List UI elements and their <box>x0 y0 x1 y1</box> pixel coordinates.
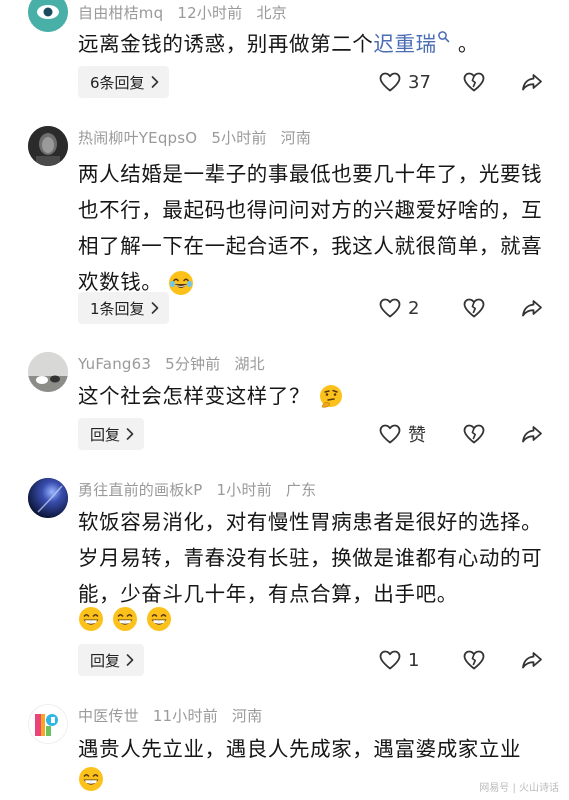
timestamp: 1小时前 <box>216 481 272 499</box>
heart-icon <box>378 422 402 446</box>
search-link[interactable]: 迟重瑞 <box>373 32 436 56</box>
comment-text: 远离金钱的诱惑，别再做第二个迟重瑞 。 <box>78 26 548 62</box>
like-button[interactable]: 赞 <box>378 421 426 447</box>
comment-text-body: 两人结婚是一辈子的事最低也要几十年了，光要钱也不行，最起码也得问问对方的兴趣爱好… <box>78 162 543 294</box>
comment-meta: 自由柑桔mq 12小时前 北京 <box>78 2 301 23</box>
heart-icon <box>378 296 402 320</box>
dislike-button[interactable] <box>462 296 486 320</box>
location: 北京 <box>256 4 287 22</box>
avatar[interactable] <box>28 352 68 392</box>
heart-icon <box>378 648 402 672</box>
timestamp: 5小时前 <box>211 129 267 147</box>
broken-heart-icon <box>462 422 486 446</box>
search-icon[interactable] <box>437 30 451 44</box>
comment-meta: 中医传世 11小时前 河南 <box>78 705 276 726</box>
comment-text-after-link: 。 <box>450 32 479 56</box>
comment-text-body: 这个社会怎样变这样了？ <box>78 384 311 408</box>
replies-button[interactable]: 1条回复 <box>78 292 169 324</box>
share-button[interactable] <box>520 70 544 94</box>
like-count: 1 <box>408 649 420 671</box>
chevron-right-icon <box>126 428 134 440</box>
like-count: 37 <box>408 71 431 93</box>
share-button[interactable] <box>520 648 544 672</box>
comment-actions: 37 <box>378 66 548 98</box>
chevron-right-icon <box>126 654 134 666</box>
share-arrow-icon <box>520 422 544 446</box>
chevron-right-icon <box>151 302 159 314</box>
comment-text: 遇贵人先立业，遇良人先成家，遇富婆成家立业 <box>78 731 548 767</box>
comment-text-body: 软饭容易消化，对有慢性胃病患者是很好的选择。岁月易转，青春没有长驻，换做是谁都有… <box>78 510 543 606</box>
comment-meta: 勇往直前的画板kP 1小时前 广东 <box>78 479 330 500</box>
share-arrow-icon <box>520 648 544 672</box>
like-label: 赞 <box>408 425 426 446</box>
share-arrow-icon <box>520 296 544 320</box>
timestamp: 5分钟前 <box>165 355 221 373</box>
broken-heart-icon <box>462 296 486 320</box>
reply-label: 回复 <box>90 651 121 670</box>
comment-actions: 2 <box>378 292 548 324</box>
comment-meta: 热闹柳叶YEqpsO 5小时前 河南 <box>78 127 325 148</box>
reply-label: 回复 <box>90 425 121 444</box>
broken-heart-icon <box>462 70 486 94</box>
grin-emoji <box>78 606 104 632</box>
grin-emoji <box>112 606 138 632</box>
replies-label: 1条回复 <box>90 299 145 318</box>
avatar[interactable] <box>28 704 68 744</box>
reply-button[interactable]: 回复 <box>78 644 145 676</box>
timestamp: 12小时前 <box>177 4 243 22</box>
location: 河南 <box>231 707 263 725</box>
reply-button[interactable]: 回复 <box>78 418 145 450</box>
username[interactable]: 中医传世 <box>78 707 139 725</box>
grin-emoji <box>146 606 172 632</box>
comment-text: 这个社会怎样变这样了？ <box>78 378 548 414</box>
dislike-button[interactable] <box>462 70 486 94</box>
like-button[interactable]: 2 <box>378 296 419 320</box>
username[interactable]: 热闹柳叶YEqpsO <box>78 129 197 147</box>
watermark: 网易号 | 火山诗话 <box>479 783 559 794</box>
comment-text: 两人结婚是一辈子的事最低也要几十年了，光要钱也不行，最起码也得问问对方的兴趣爱好… <box>78 156 548 300</box>
emoji-row <box>78 606 176 632</box>
comment-actions: 赞 <box>378 418 548 450</box>
replies-button[interactable]: 6条回复 <box>78 66 169 98</box>
location: 河南 <box>280 129 312 147</box>
timestamp: 11小时前 <box>152 707 218 725</box>
avatar[interactable] <box>28 126 68 166</box>
thinking-emoji <box>318 384 344 410</box>
chevron-right-icon <box>151 76 159 88</box>
share-arrow-icon <box>520 70 544 94</box>
share-button[interactable] <box>520 422 544 446</box>
comment-text: 软饭容易消化，对有慢性胃病患者是很好的选择。岁月易转，青春没有长驻，换做是谁都有… <box>78 504 548 612</box>
username[interactable]: 自由柑桔mq <box>78 4 163 22</box>
username[interactable]: YuFang63 <box>78 355 151 373</box>
avatar[interactable] <box>28 478 68 518</box>
dislike-button[interactable] <box>462 648 486 672</box>
comment-actions: 1 <box>378 644 548 676</box>
broken-heart-icon <box>462 648 486 672</box>
replies-label: 6条回复 <box>90 73 145 92</box>
share-button[interactable] <box>520 296 544 320</box>
tears-of-joy-emoji <box>168 270 194 296</box>
avatar[interactable] <box>28 0 68 32</box>
dislike-button[interactable] <box>462 422 486 446</box>
emoji-row <box>78 766 108 792</box>
location: 湖北 <box>234 355 265 373</box>
comment-meta: YuFang63 5分钟前 湖北 <box>78 353 279 374</box>
like-button[interactable]: 1 <box>378 648 419 672</box>
like-button[interactable]: 37 <box>378 70 431 94</box>
like-count: 2 <box>408 297 420 319</box>
comment-text-before-link: 远离金钱的诱惑，别再做第二个 <box>78 32 374 56</box>
grin-emoji <box>78 766 104 792</box>
username[interactable]: 勇往直前的画板kP <box>78 481 203 499</box>
location: 广东 <box>285 481 317 499</box>
comment-text-body: 遇贵人先立业，遇良人先成家，遇富婆成家立业 <box>78 737 522 761</box>
heart-icon <box>378 70 402 94</box>
